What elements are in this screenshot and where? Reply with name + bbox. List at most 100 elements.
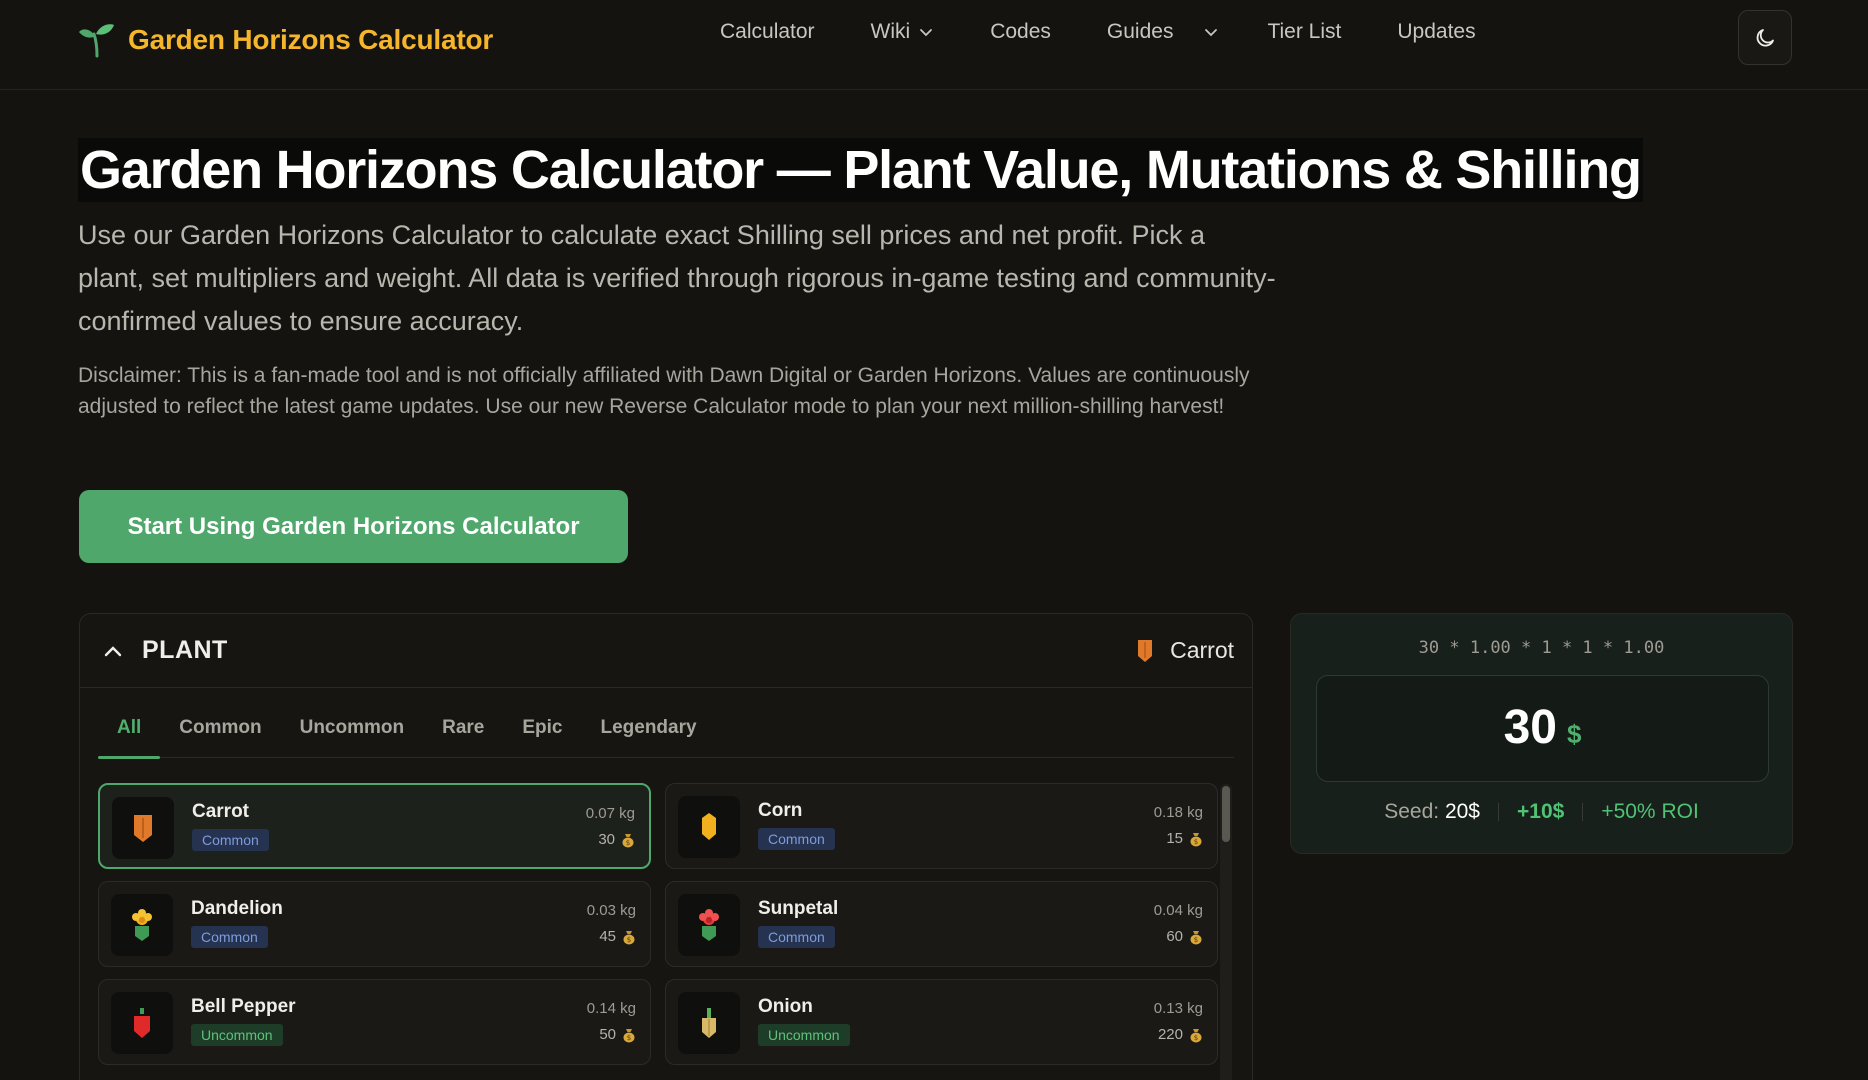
tab-epic[interactable]: Epic bbox=[503, 698, 581, 758]
main-nav: Calculator Wiki Codes Guides Tier List U… bbox=[720, 18, 1476, 46]
plant-weight: 0.07 kg bbox=[585, 805, 635, 822]
plant-card-sunpetal[interactable]: Sunpetal Common 0.04 kg 60 $ bbox=[665, 881, 1218, 967]
result-panel: 30 * 1.00 * 1 * 1 * 1.00 30 $ Seed: 20$ … bbox=[1290, 613, 1793, 854]
plant-name: Onion bbox=[758, 996, 813, 1017]
hero-description: Use our Garden Horizons Calculator to ca… bbox=[78, 220, 1276, 336]
money-bag-icon: $ bbox=[623, 930, 635, 944]
plant-name: Carrot bbox=[192, 801, 250, 822]
selected-plant-indicator: Carrot bbox=[1134, 636, 1234, 664]
roi-value: +50% ROI bbox=[1601, 800, 1699, 823]
tab-uncommon[interactable]: Uncommon bbox=[281, 698, 424, 758]
plant-icon-box bbox=[111, 992, 173, 1054]
tab-all[interactable]: All bbox=[98, 698, 161, 759]
plant-card-bell-pepper[interactable]: Bell Pepper Uncommon 0.14 kg 50 $ bbox=[98, 979, 651, 1065]
price-formula: 30 * 1.00 * 1 * 1 * 1.00 bbox=[1418, 638, 1665, 658]
plant-weight: 0.14 kg bbox=[586, 1000, 636, 1017]
theme-toggle-button[interactable] bbox=[1738, 10, 1792, 65]
tab-legendary[interactable]: Legendary bbox=[581, 698, 715, 758]
plant-weight: 0.13 kg bbox=[1153, 1000, 1203, 1017]
seed-value: 20$ bbox=[1444, 800, 1480, 823]
moon-icon bbox=[1756, 28, 1774, 46]
rarity-badge: Common bbox=[191, 926, 268, 948]
logo-text: Garden Horizons Calculator bbox=[128, 24, 494, 55]
plant-icon-box bbox=[111, 894, 173, 956]
plant-weight: 0.03 kg bbox=[586, 902, 636, 919]
plant-panel-title: PLANT bbox=[142, 636, 228, 664]
plant-card-corn[interactable]: Corn Common 0.18 kg 15 $ bbox=[665, 783, 1218, 869]
net-profit: +10$ bbox=[1517, 800, 1565, 823]
corn-icon bbox=[702, 813, 716, 840]
plant-list-scrollbar[interactable] bbox=[1220, 784, 1232, 1080]
rarity-badge: Uncommon bbox=[758, 1024, 850, 1046]
nav-calculator[interactable]: Calculator bbox=[720, 20, 815, 44]
result-value: 30 bbox=[1503, 701, 1557, 754]
plant-price: 50 $ bbox=[599, 1026, 636, 1043]
plant-panel: PLANT Carrot All Common Uncommon Rare Ep… bbox=[79, 613, 1253, 1080]
svg-text:$: $ bbox=[1194, 1034, 1198, 1042]
result-summary: Seed: 20$ +10$ +50% ROI bbox=[1291, 800, 1792, 824]
nav-codes[interactable]: Codes bbox=[990, 20, 1051, 44]
page-title: Garden Horizons Calculator — Plant Value… bbox=[78, 138, 1643, 202]
carrot-icon bbox=[1138, 640, 1153, 662]
plant-price: 45 $ bbox=[599, 928, 636, 945]
plant-name: Bell Pepper bbox=[191, 996, 296, 1017]
plant-name: Dandelion bbox=[191, 898, 283, 919]
plant-card-onion[interactable]: Onion Uncommon 0.13 kg 220 $ bbox=[665, 979, 1218, 1065]
plant-price: 60 $ bbox=[1166, 928, 1203, 945]
plant-price: 30 $ bbox=[598, 831, 635, 848]
chevron-up-icon[interactable] bbox=[102, 640, 124, 662]
bell-pepper-icon bbox=[134, 1008, 150, 1038]
svg-text:$: $ bbox=[627, 936, 631, 944]
svg-text:$: $ bbox=[1194, 936, 1198, 944]
money-bag-icon: $ bbox=[1190, 832, 1202, 846]
svg-text:$: $ bbox=[626, 839, 630, 847]
rarity-badge: Common bbox=[192, 829, 269, 851]
rarity-badge: Common bbox=[758, 926, 835, 948]
plant-icon-box bbox=[112, 797, 174, 859]
svg-text:$: $ bbox=[627, 1034, 631, 1042]
money-bag-icon: $ bbox=[1190, 930, 1202, 944]
site-header: Garden Horizons Calculator Calculator Wi… bbox=[0, 0, 1868, 90]
money-bag-icon: $ bbox=[623, 1028, 635, 1042]
money-bag-icon: $ bbox=[622, 833, 634, 847]
plant-weight: 0.04 kg bbox=[1153, 902, 1203, 919]
scrollbar-thumb[interactable] bbox=[1222, 786, 1230, 842]
start-calculator-button[interactable]: Start Using Garden Horizons Calculator bbox=[79, 490, 628, 563]
onion-icon bbox=[702, 1008, 716, 1038]
nav-guides[interactable]: Guides bbox=[1107, 20, 1220, 44]
result-currency: $ bbox=[1566, 719, 1582, 749]
result-value-box: 30 $ bbox=[1316, 675, 1769, 782]
rarity-badge: Uncommon bbox=[191, 1024, 283, 1046]
nav-tier-list[interactable]: Tier List bbox=[1267, 20, 1341, 44]
plant-icon-box bbox=[678, 992, 740, 1054]
rarity-tabs: All Common Uncommon Rare Epic Legendary bbox=[98, 698, 1234, 759]
plant-icon-box bbox=[678, 894, 740, 956]
selected-plant-name: Carrot bbox=[1170, 636, 1234, 663]
divider bbox=[1582, 803, 1584, 821]
svg-text:$: $ bbox=[1194, 838, 1198, 846]
nav-updates[interactable]: Updates bbox=[1397, 20, 1475, 44]
chevron-down-icon bbox=[920, 29, 933, 37]
tab-common[interactable]: Common bbox=[160, 698, 280, 758]
plant-icon-box bbox=[678, 796, 740, 858]
divider bbox=[1498, 803, 1499, 821]
dandelion-icon bbox=[132, 909, 152, 941]
plant-name: Corn bbox=[758, 800, 803, 821]
plant-card-dandelion[interactable]: Dandelion Common 0.03 kg 45 $ bbox=[98, 881, 651, 967]
sprout-icon bbox=[79, 24, 114, 58]
site-logo[interactable]: Garden Horizons Calculator bbox=[78, 22, 493, 58]
disclaimer-text: Disclaimer: This is a fan-made tool and … bbox=[78, 364, 1250, 418]
tab-rare[interactable]: Rare bbox=[423, 698, 503, 758]
carrot-icon bbox=[134, 815, 152, 842]
plant-name: Sunpetal bbox=[758, 898, 839, 919]
nav-wiki[interactable]: Wiki bbox=[871, 20, 935, 44]
plant-price: 15 $ bbox=[1166, 830, 1203, 847]
seed-label: Seed: bbox=[1384, 800, 1440, 823]
plant-card-carrot[interactable]: Carrot Common 0.07 kg 30 $ bbox=[98, 783, 651, 869]
chevron-down-icon bbox=[1205, 29, 1218, 37]
plant-price: 220 $ bbox=[1158, 1026, 1203, 1043]
sunpetal-icon bbox=[699, 909, 719, 941]
plant-weight: 0.18 kg bbox=[1153, 804, 1203, 821]
seed-cost: Seed: 20$ bbox=[1384, 800, 1480, 824]
plant-panel-header[interactable]: PLANT Carrot bbox=[80, 614, 1252, 688]
